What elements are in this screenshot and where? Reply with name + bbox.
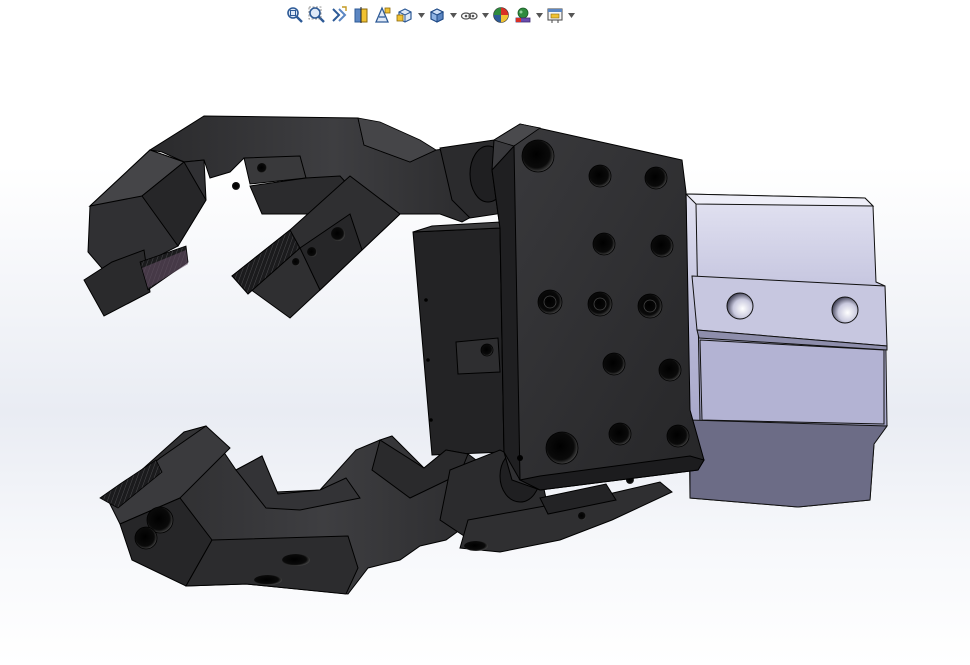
graphics-viewport[interactable] bbox=[0, 0, 970, 665]
mounting-plate bbox=[491, 123, 705, 491]
gripper-assembly-model[interactable] bbox=[0, 0, 970, 665]
central-guide-block bbox=[412, 221, 505, 456]
cylinder-body bbox=[684, 193, 888, 508]
